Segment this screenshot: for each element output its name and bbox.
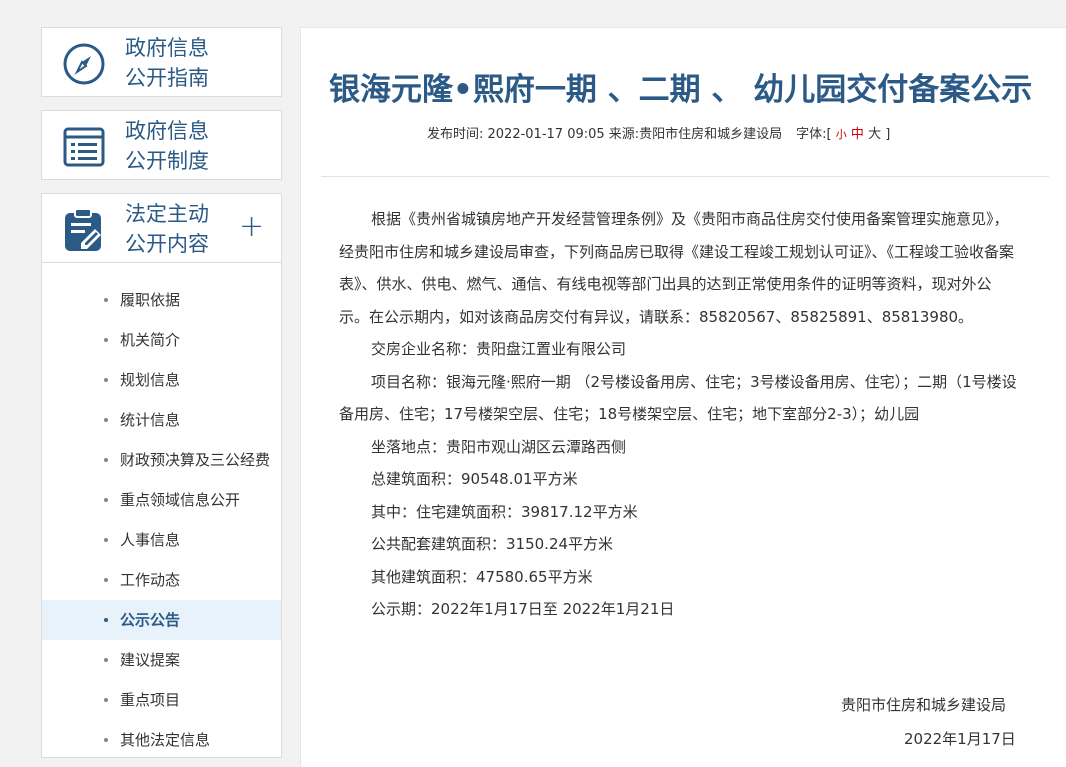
sidebar-item-key-areas[interactable]: 重点领域信息公开 — [42, 480, 281, 520]
font-size-label: 字体:[ — [796, 127, 832, 142]
bullet-icon — [104, 338, 108, 342]
font-small-button[interactable]: 小 — [836, 128, 847, 141]
font-size-bracket: ] — [881, 127, 891, 142]
article-meta: 发布时间: 2022-01-17 09:05 来源:贵阳市住房和城乡建设局 字体:… — [427, 125, 890, 145]
bullet-icon — [104, 538, 108, 542]
paragraph-public-area: 公共配套建筑面积：3150.24平方米 — [371, 535, 614, 553]
paragraph-other-area: 其他建筑面积：47580.65平方米 — [371, 567, 593, 586]
nav-statutory[interactable]: 法定主动 公开内容 + — [41, 193, 282, 263]
bullet-icon — [104, 458, 108, 462]
divider — [321, 176, 1049, 177]
font-large-button[interactable]: 大 — [868, 127, 881, 142]
sidebar-item-proposals[interactable]: 建议提案 — [42, 640, 281, 680]
paragraph-location: 坐落地点：贵阳市观山湖区云潭路西侧 — [371, 437, 627, 456]
bullet-icon — [104, 298, 108, 302]
expand-plus-icon[interactable]: + — [239, 212, 264, 242]
sidebar-item-budget[interactable]: 财政预决算及三公经费 — [42, 440, 281, 480]
paragraph-period: 公示期：2022年1月17日至 2022年1月21日 — [371, 600, 675, 618]
signature-date: 2022年1月17日 — [904, 730, 1016, 748]
publish-info: 发布时间: 2022-01-17 09:05 来源:贵阳市住房和城乡建设局 — [427, 127, 783, 142]
clipboard-edit-icon — [65, 208, 101, 251]
sidebar-item-other-info[interactable]: 其他法定信息 — [42, 720, 281, 760]
paragraph-total-area: 总建筑面积：90548.01平方米 — [371, 470, 578, 488]
bullet-icon — [104, 698, 108, 702]
bullet-icon — [104, 618, 108, 622]
article-panel: 银海元隆•熙府一期 、二期 、 幼儿园交付备案公示 发布时间: 2022-01-… — [300, 27, 1066, 767]
bullet-icon — [104, 498, 108, 502]
nav-system[interactable]: 政府信息 公开制度 — [41, 110, 282, 180]
sidebar-item-statistics[interactable]: 统计信息 — [42, 400, 281, 440]
bullet-icon — [104, 418, 108, 422]
bullet-icon — [104, 578, 108, 582]
sidebar-item-key-projects[interactable]: 重点项目 — [42, 680, 281, 720]
signature-org: 贵阳市住房和城乡建设局 — [841, 696, 1007, 714]
compass-icon — [63, 43, 105, 85]
sidebar: 政府信息 公开指南 政府信息 公开制度 法定主动 公开内容 + 履职依据 机关简… — [41, 27, 282, 758]
sidebar-item-personnel[interactable]: 人事信息 — [42, 520, 281, 560]
sidebar-item-announcements[interactable]: 公示公告 — [42, 600, 281, 640]
sidebar-item-duty-basis[interactable]: 履职依据 — [42, 280, 281, 320]
document-list-icon — [63, 127, 105, 167]
bullet-icon — [104, 378, 108, 382]
font-medium-button[interactable]: 中 — [851, 127, 864, 142]
paragraph-company: 交房企业名称：贵阳盘江置业有限公司 — [371, 340, 627, 358]
statutory-sublist: 履职依据 机关简介 规划信息 统计信息 财政预决算及三公经费 重点领域信息公开 … — [41, 263, 282, 758]
sidebar-item-work-news[interactable]: 工作动态 — [42, 560, 281, 600]
bullet-icon — [104, 738, 108, 742]
nav-statutory-label: 法定主动 公开内容 — [125, 202, 209, 256]
paragraph-project: 项目名称：银海元隆·熙府一期 （2号楼设备用房、住宅；3号楼设备用房、住宅）；二… — [339, 372, 1017, 424]
paragraph-residential-area: 其中：住宅建筑面积：39817.12平方米 — [371, 502, 638, 521]
sidebar-item-planning[interactable]: 规划信息 — [42, 360, 281, 400]
sidebar-item-agency-intro[interactable]: 机关简介 — [42, 320, 281, 360]
nav-system-label: 政府信息 公开制度 — [125, 119, 209, 173]
nav-guide-label: 政府信息 公开指南 — [125, 36, 209, 90]
bullet-icon — [104, 658, 108, 662]
nav-guide[interactable]: 政府信息 公开指南 — [41, 27, 282, 97]
paragraph-intro: 根据《贵州省城镇房地产开发经营管理条例》及《贵阳市商品住房交付使用备案管理实施意… — [339, 210, 1015, 326]
article-title: 银海元隆•熙府一期 、二期 、 幼儿园交付备案公示 — [329, 72, 1033, 108]
article-body: 根据《贵州省城镇房地产开发经营管理条例》及《贵阳市商品住房交付使用备案管理实施意… — [339, 203, 1019, 626]
